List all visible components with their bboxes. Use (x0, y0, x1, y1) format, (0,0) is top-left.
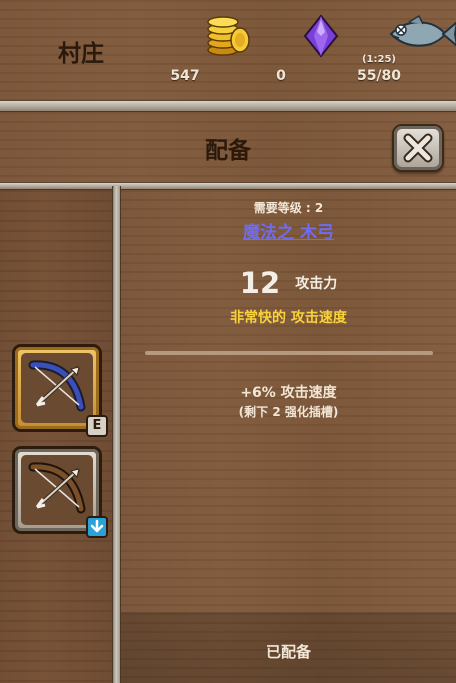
top-divider-rail (0, 100, 456, 112)
item-detail-panel (121, 190, 456, 683)
attack-label: 攻击力 (295, 276, 338, 292)
fish-icon (389, 14, 456, 47)
title-divider-rail (0, 182, 456, 190)
arrow-down-icon (90, 519, 104, 533)
detail-divider (145, 351, 433, 355)
gold-value: 547 (170, 68, 200, 84)
panel-title: 配备 (205, 138, 251, 164)
bonus-stat: +6% 攻击速度 (240, 385, 337, 401)
fish-value: 55/80 (356, 68, 402, 84)
swap-badge[interactable] (86, 516, 108, 538)
purple-gem-icon (303, 14, 339, 58)
close-button[interactable] (392, 124, 444, 172)
item-name: 魔法之 木弓 (121, 218, 456, 243)
attack-speed-text: 非常快的 攻击速度 (230, 310, 347, 326)
equipped-badge: E (86, 415, 108, 437)
fish-timer: (1:25) (361, 54, 396, 65)
attack-row: 12 攻击力 (121, 266, 456, 300)
attack-value: 12 (239, 266, 281, 300)
close-icon (403, 133, 433, 163)
item-name-text: 魔法之 木弓 (243, 223, 334, 243)
gem-value: 0 (276, 68, 286, 84)
wooden-bow-icon (28, 462, 86, 514)
equipped-status: 已配备 (265, 643, 311, 661)
location-title: 村庄 (58, 41, 104, 67)
level-requirement: 需要等级 : 2 (253, 201, 324, 215)
gold-coins-icon (207, 16, 250, 56)
sidebar-divider-rail (112, 186, 121, 683)
remaining-slots: (剩下 2 强化插槽) (238, 405, 339, 419)
magic-bow-icon (28, 360, 86, 412)
